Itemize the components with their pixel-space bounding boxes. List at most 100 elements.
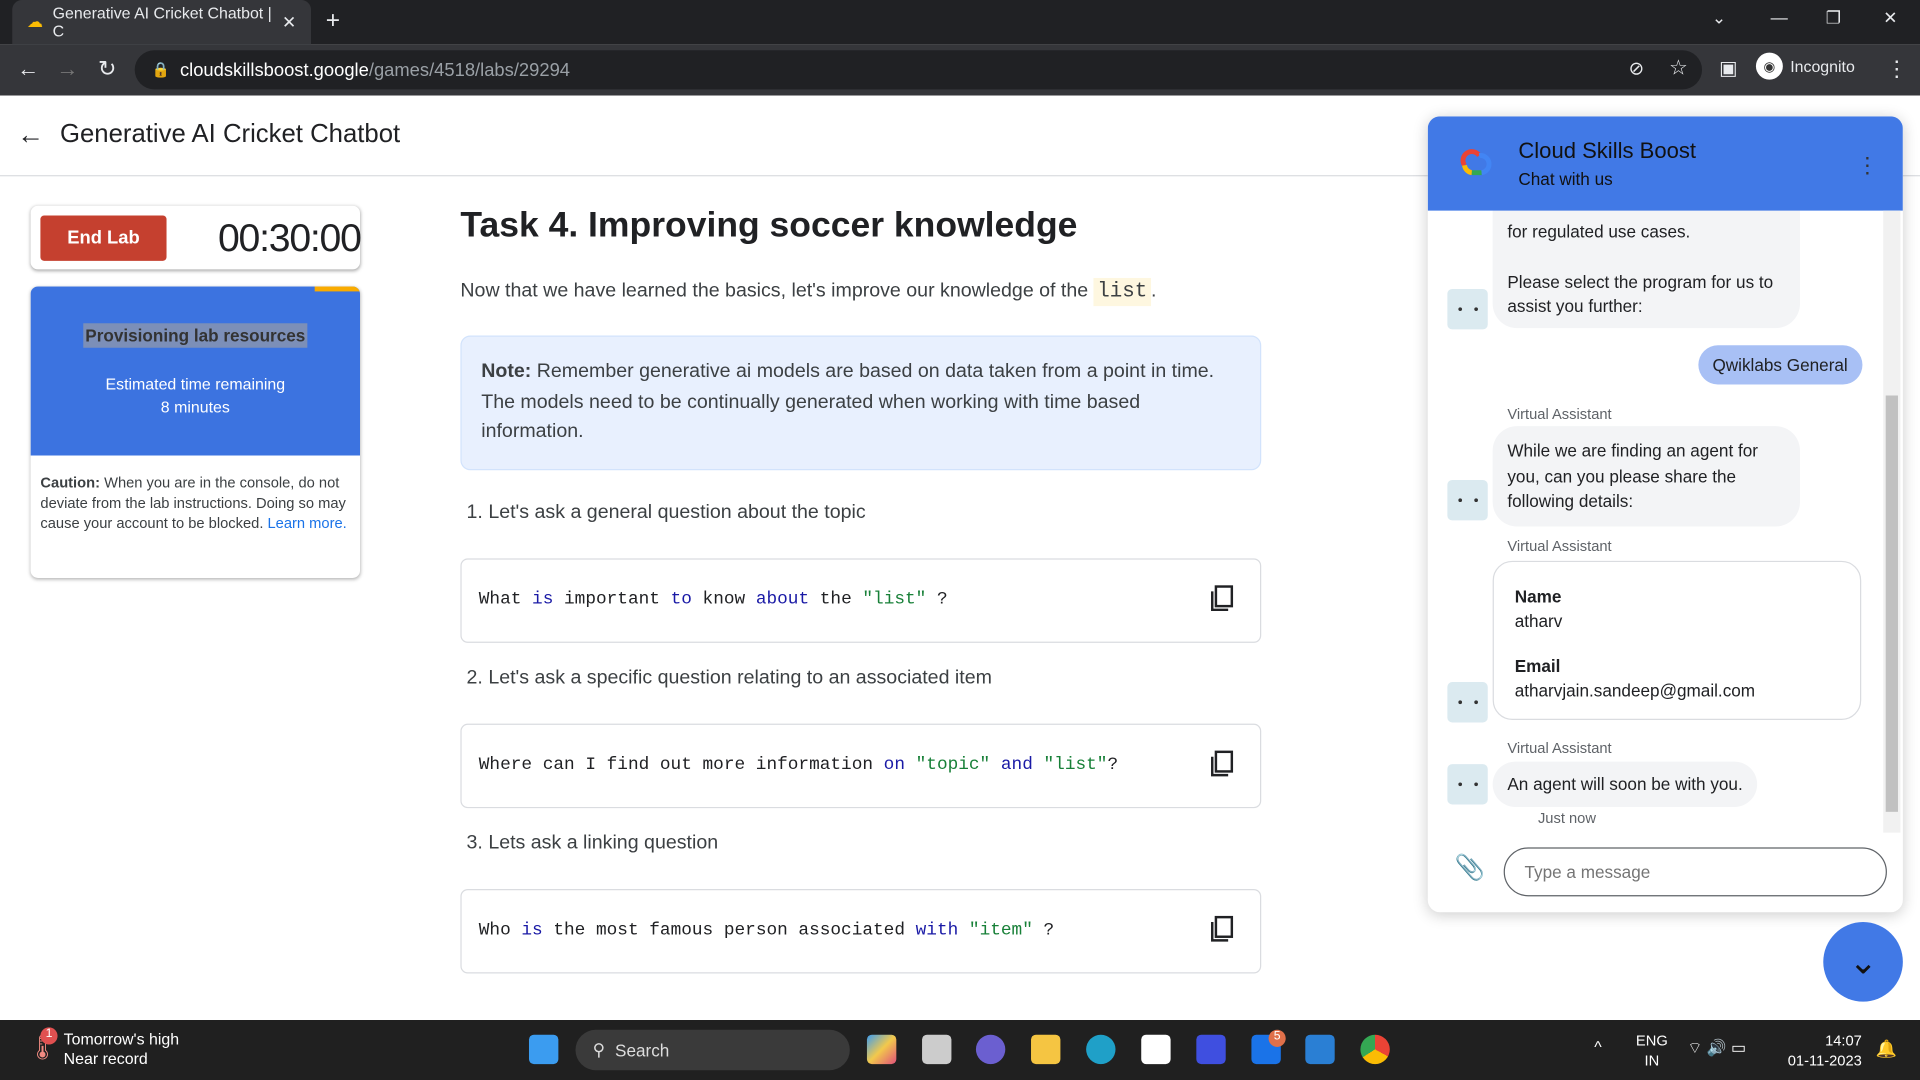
email-value: atharvjain.sandeep@gmail.com bbox=[1514, 680, 1756, 701]
minimize-button[interactable]: — bbox=[1771, 7, 1788, 27]
code-token: "list" bbox=[862, 590, 927, 610]
step-label: 3. Lets ask a linking question bbox=[466, 832, 719, 853]
search-label: Search bbox=[615, 1040, 670, 1060]
close-tab-icon[interactable]: ✕ bbox=[282, 12, 296, 33]
app-icon[interactable] bbox=[1196, 1034, 1226, 1065]
code-token: about bbox=[755, 590, 810, 610]
windows-taskbar: 🌡 1 Tomorrow's high Near record ⚲ Search 5… bbox=[0, 1020, 1920, 1080]
teams-icon[interactable] bbox=[975, 1034, 1006, 1065]
end-lab-button[interactable]: End Lab bbox=[40, 215, 167, 261]
search-icon: ⚲ bbox=[592, 1039, 606, 1060]
inline-code: list bbox=[1093, 277, 1151, 307]
google-cloud-logo-icon bbox=[1460, 149, 1492, 176]
provisioning-title: Provisioning lab resources bbox=[31, 323, 360, 348]
incognito-profile[interactable]: ◉ Incognito bbox=[1755, 52, 1855, 80]
file-explorer-icon[interactable] bbox=[1031, 1034, 1061, 1065]
step-label: 1. Let's ask a general question about th… bbox=[466, 501, 866, 523]
weather-line2: Near record bbox=[63, 1049, 148, 1068]
intro-text: Now that we have learned the basics, let… bbox=[460, 280, 1094, 302]
copilot-icon[interactable] bbox=[866, 1034, 897, 1065]
google-cloud-favicon-icon: ☁ bbox=[26, 12, 43, 31]
provisioning-card: Provisioning lab resources Estimated tim… bbox=[30, 286, 361, 578]
code-token: Who bbox=[478, 920, 522, 941]
note-label: Note: bbox=[481, 361, 532, 383]
learn-more-link[interactable]: Learn more. bbox=[267, 514, 346, 531]
chat-messages: for regulated use cases. Please select th… bbox=[1428, 116, 1903, 832]
code-token: ? bbox=[1032, 920, 1055, 941]
caution-label: Caution: bbox=[40, 473, 100, 492]
vscode-icon[interactable] bbox=[1305, 1034, 1335, 1065]
code-token: know bbox=[691, 590, 756, 610]
copy-icon[interactable] bbox=[1209, 749, 1236, 778]
attach-paperclip-icon[interactable]: 📎 bbox=[1455, 852, 1485, 883]
code-block: Where can I find out more information on… bbox=[460, 723, 1262, 808]
task-view-icon[interactable] bbox=[922, 1034, 952, 1065]
task-title: Task 4. Improving soccer knowledge bbox=[460, 205, 1078, 245]
bot-avatar bbox=[1447, 480, 1488, 521]
reload-button[interactable]: ↻ bbox=[98, 56, 116, 82]
close-window-button[interactable]: ✕ bbox=[1883, 7, 1897, 28]
code-token: Where can I find out more information bbox=[478, 755, 884, 776]
bot-avatar bbox=[1447, 682, 1488, 723]
wifi-volume-battery-icons[interactable]: ⌔ 🔊 ▭ bbox=[1687, 1038, 1746, 1058]
email-label: Email bbox=[1514, 656, 1561, 676]
chat-menu-icon[interactable]: ⋮ bbox=[1856, 153, 1878, 179]
bot-avatar bbox=[1447, 288, 1488, 330]
task-content: Task 4. Improving soccer knowledge Now t… bbox=[460, 205, 1262, 998]
code-token: the most famous person associated bbox=[542, 920, 916, 941]
tab-search-icon[interactable]: ⌄ bbox=[1712, 7, 1726, 28]
notification-bell-icon[interactable]: 🔔 bbox=[1876, 1038, 1897, 1059]
show-hidden-icons[interactable]: ^ bbox=[1594, 1037, 1601, 1055]
back-button[interactable]: ← bbox=[17, 56, 39, 82]
browser-tab[interactable]: ☁ Generative AI Cricket Chatbot | C ✕ bbox=[12, 0, 312, 45]
caution-text: Caution: When you are in the console, do… bbox=[40, 473, 353, 534]
url-host: cloudskillsboost.google bbox=[179, 59, 369, 81]
chat-title: Cloud Skills Boost bbox=[1518, 138, 1697, 163]
url-path: /games/4518/labs/29294 bbox=[368, 59, 571, 81]
mail-badge: 5 bbox=[1268, 1029, 1286, 1047]
new-tab-button[interactable]: + bbox=[326, 7, 340, 35]
clock[interactable]: 14:07 01-11-2023 bbox=[1788, 1031, 1862, 1070]
chat-widget: for regulated use cases. Please select th… bbox=[1427, 116, 1903, 913]
eye-off-icon[interactable]: ⊘ bbox=[1629, 58, 1644, 80]
code-token: is bbox=[521, 920, 543, 941]
bookmark-star-icon[interactable]: ☆ bbox=[1669, 56, 1688, 80]
menu-icon[interactable]: ⋮ bbox=[1886, 56, 1908, 82]
copy-icon[interactable] bbox=[1209, 583, 1236, 612]
windows-start-icon[interactable] bbox=[528, 1034, 559, 1065]
collapse-chat-button[interactable]: ⌄ bbox=[1823, 922, 1903, 1002]
lab-timer: 00:30:00 bbox=[217, 215, 362, 260]
maximize-button[interactable]: ❐ bbox=[1826, 7, 1841, 28]
chrome-icon[interactable] bbox=[1360, 1034, 1390, 1065]
code-token: "topic" bbox=[915, 755, 991, 776]
note-box: Note: Remember generative ai models are … bbox=[460, 335, 1262, 470]
bot-avatar bbox=[1447, 764, 1488, 805]
sender-label: Virtual Assistant bbox=[1507, 739, 1612, 757]
copy-icon[interactable] bbox=[1209, 914, 1236, 943]
code-token: "item" bbox=[968, 920, 1033, 941]
message-input[interactable] bbox=[1503, 847, 1887, 897]
code-token: on bbox=[883, 755, 905, 776]
address-bar[interactable]: 🔒 cloudskillsboost.google/games/4518/lab… bbox=[134, 50, 1703, 90]
taskbar-search[interactable]: ⚲ Search bbox=[575, 1029, 850, 1071]
lock-icon: 🔒 bbox=[151, 61, 171, 79]
code-token: ? bbox=[1107, 755, 1119, 776]
back-arrow-icon[interactable]: ← bbox=[17, 119, 44, 151]
language-indicator[interactable]: ENG IN bbox=[1636, 1031, 1668, 1070]
time-remaining-label: Estimated time remaining bbox=[105, 374, 286, 394]
edge-icon[interactable] bbox=[1086, 1034, 1116, 1065]
message-timestamp: Just now bbox=[1537, 809, 1596, 827]
code-token: ? bbox=[926, 590, 948, 610]
code-token: important bbox=[553, 590, 671, 610]
page-title: Generative AI Cricket Chatbot bbox=[60, 120, 401, 149]
chat-scrollbar-thumb[interactable] bbox=[1885, 395, 1898, 812]
weather-widget[interactable]: Tomorrow's high Near record bbox=[64, 1030, 179, 1069]
side-panel-icon[interactable]: ▣ bbox=[1719, 56, 1738, 80]
message-text: for regulated use cases. bbox=[1507, 221, 1691, 242]
time-remaining-value: 8 minutes bbox=[160, 397, 230, 417]
forward-button[interactable]: → bbox=[56, 56, 78, 82]
code-token: and bbox=[1000, 755, 1033, 776]
store-icon[interactable] bbox=[1141, 1034, 1171, 1065]
